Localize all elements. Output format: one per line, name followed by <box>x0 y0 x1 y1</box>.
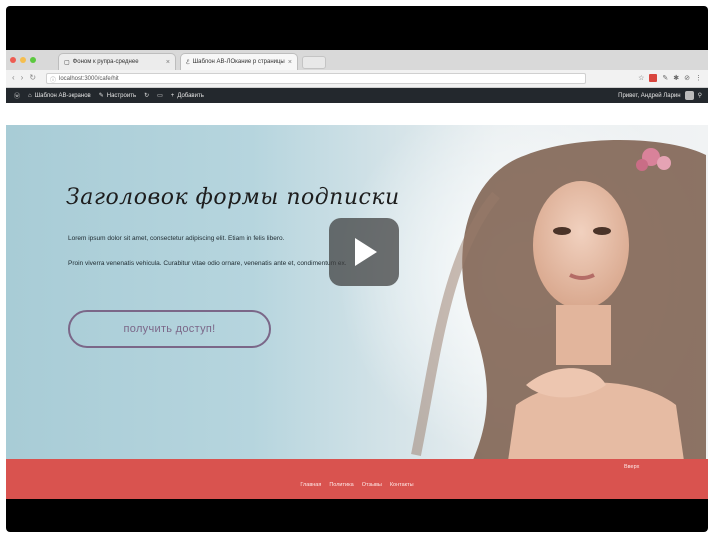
get-access-button[interactable]: получить доступ! <box>68 310 271 348</box>
comments-icon[interactable]: ▭ <box>157 92 163 99</box>
maximize-window-button[interactable] <box>30 57 36 63</box>
adminbar-site[interactable]: ⌂ Шаблон AB-экранов <box>28 93 91 99</box>
page-icon: ▢ <box>64 59 70 66</box>
plus-icon: + <box>170 92 175 99</box>
footer-nav-item[interactable]: Главная <box>300 482 321 488</box>
tab-1[interactable]: ▢ Фоном к рупра-среднее × <box>58 53 176 70</box>
footer-nav-item[interactable]: Отзывы <box>362 482 382 488</box>
home-icon: ⌂ <box>28 92 32 99</box>
hero-title: Заголовок формы подписки <box>66 185 400 210</box>
updates-icon[interactable]: ↻ <box>144 92 149 99</box>
close-window-button[interactable] <box>10 57 16 63</box>
footer-top-link[interactable]: Вверх <box>624 464 639 470</box>
hero-section: Заголовок формы подписки Lorem ipsum dol… <box>6 125 708 459</box>
footer-bar: Вверх Главная Политика Отзывы Контакты <box>6 459 708 499</box>
adminbar-user[interactable]: Привет, Андрей Ларин ⚲ <box>618 91 702 100</box>
wp-admin-bar: ⓦ ⌂ Шаблон AB-экранов ✎ Настроить ↻ ▭ + … <box>6 88 708 103</box>
extension-icon[interactable] <box>649 74 658 82</box>
back-icon[interactable]: ‹ <box>12 73 15 82</box>
adminbar-add-label: Добавить <box>177 92 204 99</box>
hero-paragraph-1: Lorem ipsum dolor sit amet, consectetur … <box>68 235 285 242</box>
bookmark-icon[interactable]: ☆ <box>638 74 644 82</box>
footer-nav: Главная Политика Отзывы Контакты <box>6 482 708 488</box>
adminbar-user-label: Привет, Андрей Ларин <box>618 92 681 99</box>
tab-2[interactable]: ℰ Шаблон AB-ЛОкание р страницы × <box>180 53 298 70</box>
tab-1-label: Фоном к рупра-среднее <box>72 59 139 65</box>
video-frame: ▢ Фоном к рупра-среднее × ℰ Шаблон AB-ЛО… <box>6 6 708 532</box>
forward-icon[interactable]: › <box>21 73 24 82</box>
close-tab-icon[interactable]: × <box>288 59 292 66</box>
page-icon: ℰ <box>186 59 190 66</box>
adminbar-customize[interactable]: ✎ Настроить <box>98 92 137 100</box>
tab-bar: ▢ Фоном к рупра-среднее × ℰ Шаблон AB-ЛО… <box>6 50 708 70</box>
extensions: ☆ ✎ ✱ ⊘ ⋮ <box>638 74 702 82</box>
page-top-spacer <box>6 103 708 125</box>
tab-2-label: Шаблон AB-ЛОкание р страницы <box>192 59 285 65</box>
adminbar-customize-label: Настроить <box>106 92 137 99</box>
new-tab-button[interactable] <box>302 56 326 69</box>
wordpress-icon[interactable]: ⓦ <box>14 91 20 100</box>
menu-icon[interactable]: ⋮ <box>695 74 702 82</box>
play-video-button[interactable] <box>329 218 399 286</box>
brush-icon: ✎ <box>98 93 104 99</box>
footer-nav-item[interactable]: Политика <box>329 482 353 488</box>
extension-icon[interactable]: ✱ <box>673 74 679 82</box>
nav-buttons: ‹ › ↻ <box>12 73 36 82</box>
adminbar-add[interactable]: + Добавить <box>171 93 204 99</box>
reload-icon[interactable]: ↻ <box>29 73 36 82</box>
address-bar: ‹ › ↻ ⓘ localhost:3000/cafe/hit ☆ ✎ ✱ ⊘ … <box>6 70 708 88</box>
hero-photo-woman <box>411 140 706 459</box>
page-info-icon: ⓘ <box>50 78 57 84</box>
extension-icon[interactable]: ⊘ <box>684 74 690 82</box>
adminbar-site-label: Шаблон AB-экранов <box>34 92 91 99</box>
minimize-window-button[interactable] <box>20 57 26 63</box>
close-tab-icon[interactable]: × <box>166 59 170 66</box>
window-controls <box>10 57 36 63</box>
url-text: localhost:3000/cafe/hit <box>59 76 119 82</box>
hero-paragraph-2: Proin viverra venenatis vehicula. Curabi… <box>68 260 347 267</box>
footer-nav-item[interactable]: Контакты <box>390 482 414 488</box>
browser-window: ▢ Фоном к рупра-среднее × ℰ Шаблон AB-ЛО… <box>6 50 708 499</box>
search-icon[interactable]: ⚲ <box>698 92 702 99</box>
avatar <box>684 91 694 100</box>
url-input[interactable]: ⓘ localhost:3000/cafe/hit <box>46 73 586 84</box>
extension-icon[interactable]: ✎ <box>662 74 668 82</box>
